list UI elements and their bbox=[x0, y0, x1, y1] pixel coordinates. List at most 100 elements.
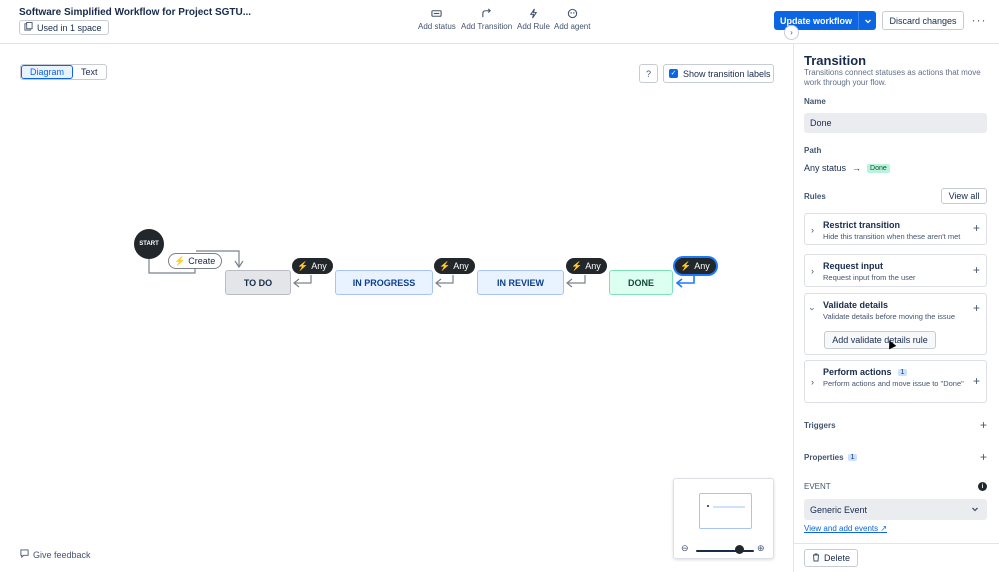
name-label: Name bbox=[804, 97, 826, 106]
bolt-icon: ⚡ bbox=[680, 260, 692, 271]
count-badge: 1 bbox=[847, 453, 858, 461]
status-in-progress[interactable]: IN PROGRESS bbox=[335, 270, 433, 295]
event-select[interactable]: Generic Event bbox=[804, 499, 987, 520]
show-transition-labels-label: Show transition labels bbox=[683, 68, 771, 79]
used-in-spaces-button[interactable]: Used in 1 space bbox=[19, 20, 109, 35]
add-icon[interactable]: + bbox=[973, 263, 980, 277]
any-transition-todo[interactable]: ⚡ Any bbox=[292, 258, 333, 274]
rule-subtitle: Validate details before moving the issue bbox=[823, 312, 956, 321]
arrow-right-icon: → bbox=[852, 163, 862, 173]
zoom-in-icon[interactable]: ⊕ bbox=[757, 543, 765, 554]
path-label: Path bbox=[804, 146, 822, 155]
path-row: Any status → Done bbox=[804, 163, 890, 173]
count-badge: 1 bbox=[897, 368, 908, 376]
workflow-canvas[interactable]: Diagram Text ? ✓ Show transition labels … bbox=[0, 44, 793, 572]
any-transition-done[interactable]: ⚡ Any bbox=[675, 258, 716, 274]
discard-changes-button[interactable]: Discard changes bbox=[882, 11, 964, 30]
view-and-add-events-link[interactable]: View and add events ↗ bbox=[804, 524, 887, 533]
minimap-statuses bbox=[713, 506, 745, 508]
any-transition-in-review[interactable]: ⚡ Any bbox=[566, 258, 607, 274]
minimap-start-dot bbox=[707, 505, 709, 507]
rule-request-input[interactable]: › Request input Request input from the u… bbox=[804, 254, 987, 287]
add-rule-button[interactable]: Add Rule bbox=[517, 8, 550, 31]
view-all-button[interactable]: View all bbox=[941, 188, 987, 204]
feedback-icon bbox=[20, 549, 29, 560]
workflow-title: Software Simplified Workflow for Project… bbox=[19, 7, 252, 18]
chevron-right-icon[interactable]: › bbox=[811, 377, 814, 387]
create-transition-label: Create bbox=[188, 256, 216, 266]
any-label: Any bbox=[311, 261, 327, 271]
any-label: Any bbox=[585, 261, 601, 271]
delete-button[interactable]: Delete bbox=[804, 549, 858, 567]
tab-diagram[interactable]: Diagram bbox=[21, 65, 74, 79]
chevron-down-icon[interactable] bbox=[858, 11, 876, 30]
bolt-icon: ⚡ bbox=[571, 260, 583, 271]
chevron-down-icon[interactable]: › bbox=[808, 308, 818, 311]
status-done[interactable]: DONE bbox=[609, 270, 673, 295]
any-transition-in-progress[interactable]: ⚡ Any bbox=[434, 258, 475, 274]
give-feedback-label: Give feedback bbox=[33, 549, 91, 560]
path-from: Any status bbox=[804, 163, 847, 173]
properties-label: Properties bbox=[804, 452, 844, 462]
status-icon bbox=[431, 10, 443, 17]
event-label: EVENT bbox=[804, 482, 831, 491]
panel-footer-divider bbox=[794, 543, 999, 544]
add-icon[interactable]: + bbox=[980, 418, 987, 432]
status-todo[interactable]: TO DO bbox=[225, 270, 291, 295]
rule-subtitle: Request input from the user bbox=[823, 273, 916, 282]
give-feedback-link[interactable]: Give feedback bbox=[20, 549, 91, 560]
chevron-right-icon[interactable]: › bbox=[811, 225, 814, 235]
rule-perform-actions[interactable]: › Perform actions 1 Perform actions and … bbox=[804, 360, 987, 403]
minimap[interactable]: ⊖ ⊕ bbox=[673, 478, 774, 559]
event-section: EVENT i bbox=[804, 482, 987, 491]
zoom-slider-handle[interactable] bbox=[735, 545, 744, 554]
more-options-icon[interactable]: ··· bbox=[971, 12, 987, 28]
minimap-viewport[interactable] bbox=[699, 493, 752, 529]
add-icon[interactable]: + bbox=[973, 301, 980, 315]
page-icon bbox=[24, 22, 33, 33]
top-bar: Software Simplified Workflow for Project… bbox=[0, 0, 999, 44]
rule-title: Validate details bbox=[823, 300, 889, 310]
panel-title: Transition bbox=[804, 53, 867, 68]
agent-icon bbox=[567, 8, 577, 19]
properties-section[interactable]: Properties 1 + bbox=[804, 450, 987, 464]
zoom-slider[interactable] bbox=[696, 550, 754, 552]
event-link-label: View and add events bbox=[804, 524, 879, 533]
add-icon[interactable]: + bbox=[973, 374, 980, 388]
info-icon[interactable]: i bbox=[978, 482, 987, 491]
bolt-icon: ⚡ bbox=[174, 255, 186, 266]
zoom-out-icon[interactable]: ⊖ bbox=[681, 543, 689, 554]
status-in-review[interactable]: IN REVIEW bbox=[477, 270, 564, 295]
transition-details-panel: Transition Transitions connect statuses … bbox=[793, 44, 999, 572]
rule-title: Request input bbox=[823, 261, 883, 271]
add-icon[interactable]: + bbox=[973, 221, 980, 235]
rule-restrict-transition[interactable]: › Restrict transition Hide this transiti… bbox=[804, 213, 987, 245]
add-validate-details-rule-button[interactable]: Add validate details rule bbox=[824, 331, 936, 349]
trash-icon bbox=[812, 553, 820, 564]
triggers-label: Triggers bbox=[804, 420, 836, 430]
help-icon[interactable]: ? bbox=[639, 64, 658, 83]
collapse-panel-icon[interactable]: › bbox=[784, 25, 799, 40]
add-transition-button[interactable]: Add Transition bbox=[461, 8, 512, 31]
rules-label: Rules bbox=[804, 192, 826, 201]
any-label: Any bbox=[694, 261, 710, 271]
rule-title: Perform actions bbox=[823, 367, 892, 377]
create-transition[interactable]: ⚡ Create bbox=[168, 253, 223, 269]
add-icon[interactable]: + bbox=[980, 450, 987, 464]
event-value: Generic Event bbox=[810, 504, 868, 515]
bolt-icon: ⚡ bbox=[297, 260, 309, 271]
add-agent-button[interactable]: Add agent bbox=[554, 8, 590, 31]
show-transition-labels-toggle[interactable]: ✓ Show transition labels bbox=[663, 64, 774, 83]
add-status-label: Add status bbox=[418, 22, 456, 31]
rule-subtitle: Perform actions and move issue to "Done" bbox=[823, 379, 964, 388]
chevron-right-icon[interactable]: › bbox=[811, 266, 814, 276]
start-node[interactable]: START bbox=[134, 229, 164, 259]
name-field[interactable]: Done bbox=[804, 113, 987, 133]
triggers-section[interactable]: Triggers + bbox=[804, 418, 987, 432]
checkbox-checked-icon[interactable]: ✓ bbox=[669, 69, 678, 78]
tab-text[interactable]: Text bbox=[73, 65, 106, 79]
properties-heading: Properties 1 bbox=[804, 452, 858, 462]
add-status-button[interactable]: Add status bbox=[418, 8, 456, 31]
add-agent-label: Add agent bbox=[554, 22, 591, 31]
any-label: Any bbox=[453, 261, 469, 271]
